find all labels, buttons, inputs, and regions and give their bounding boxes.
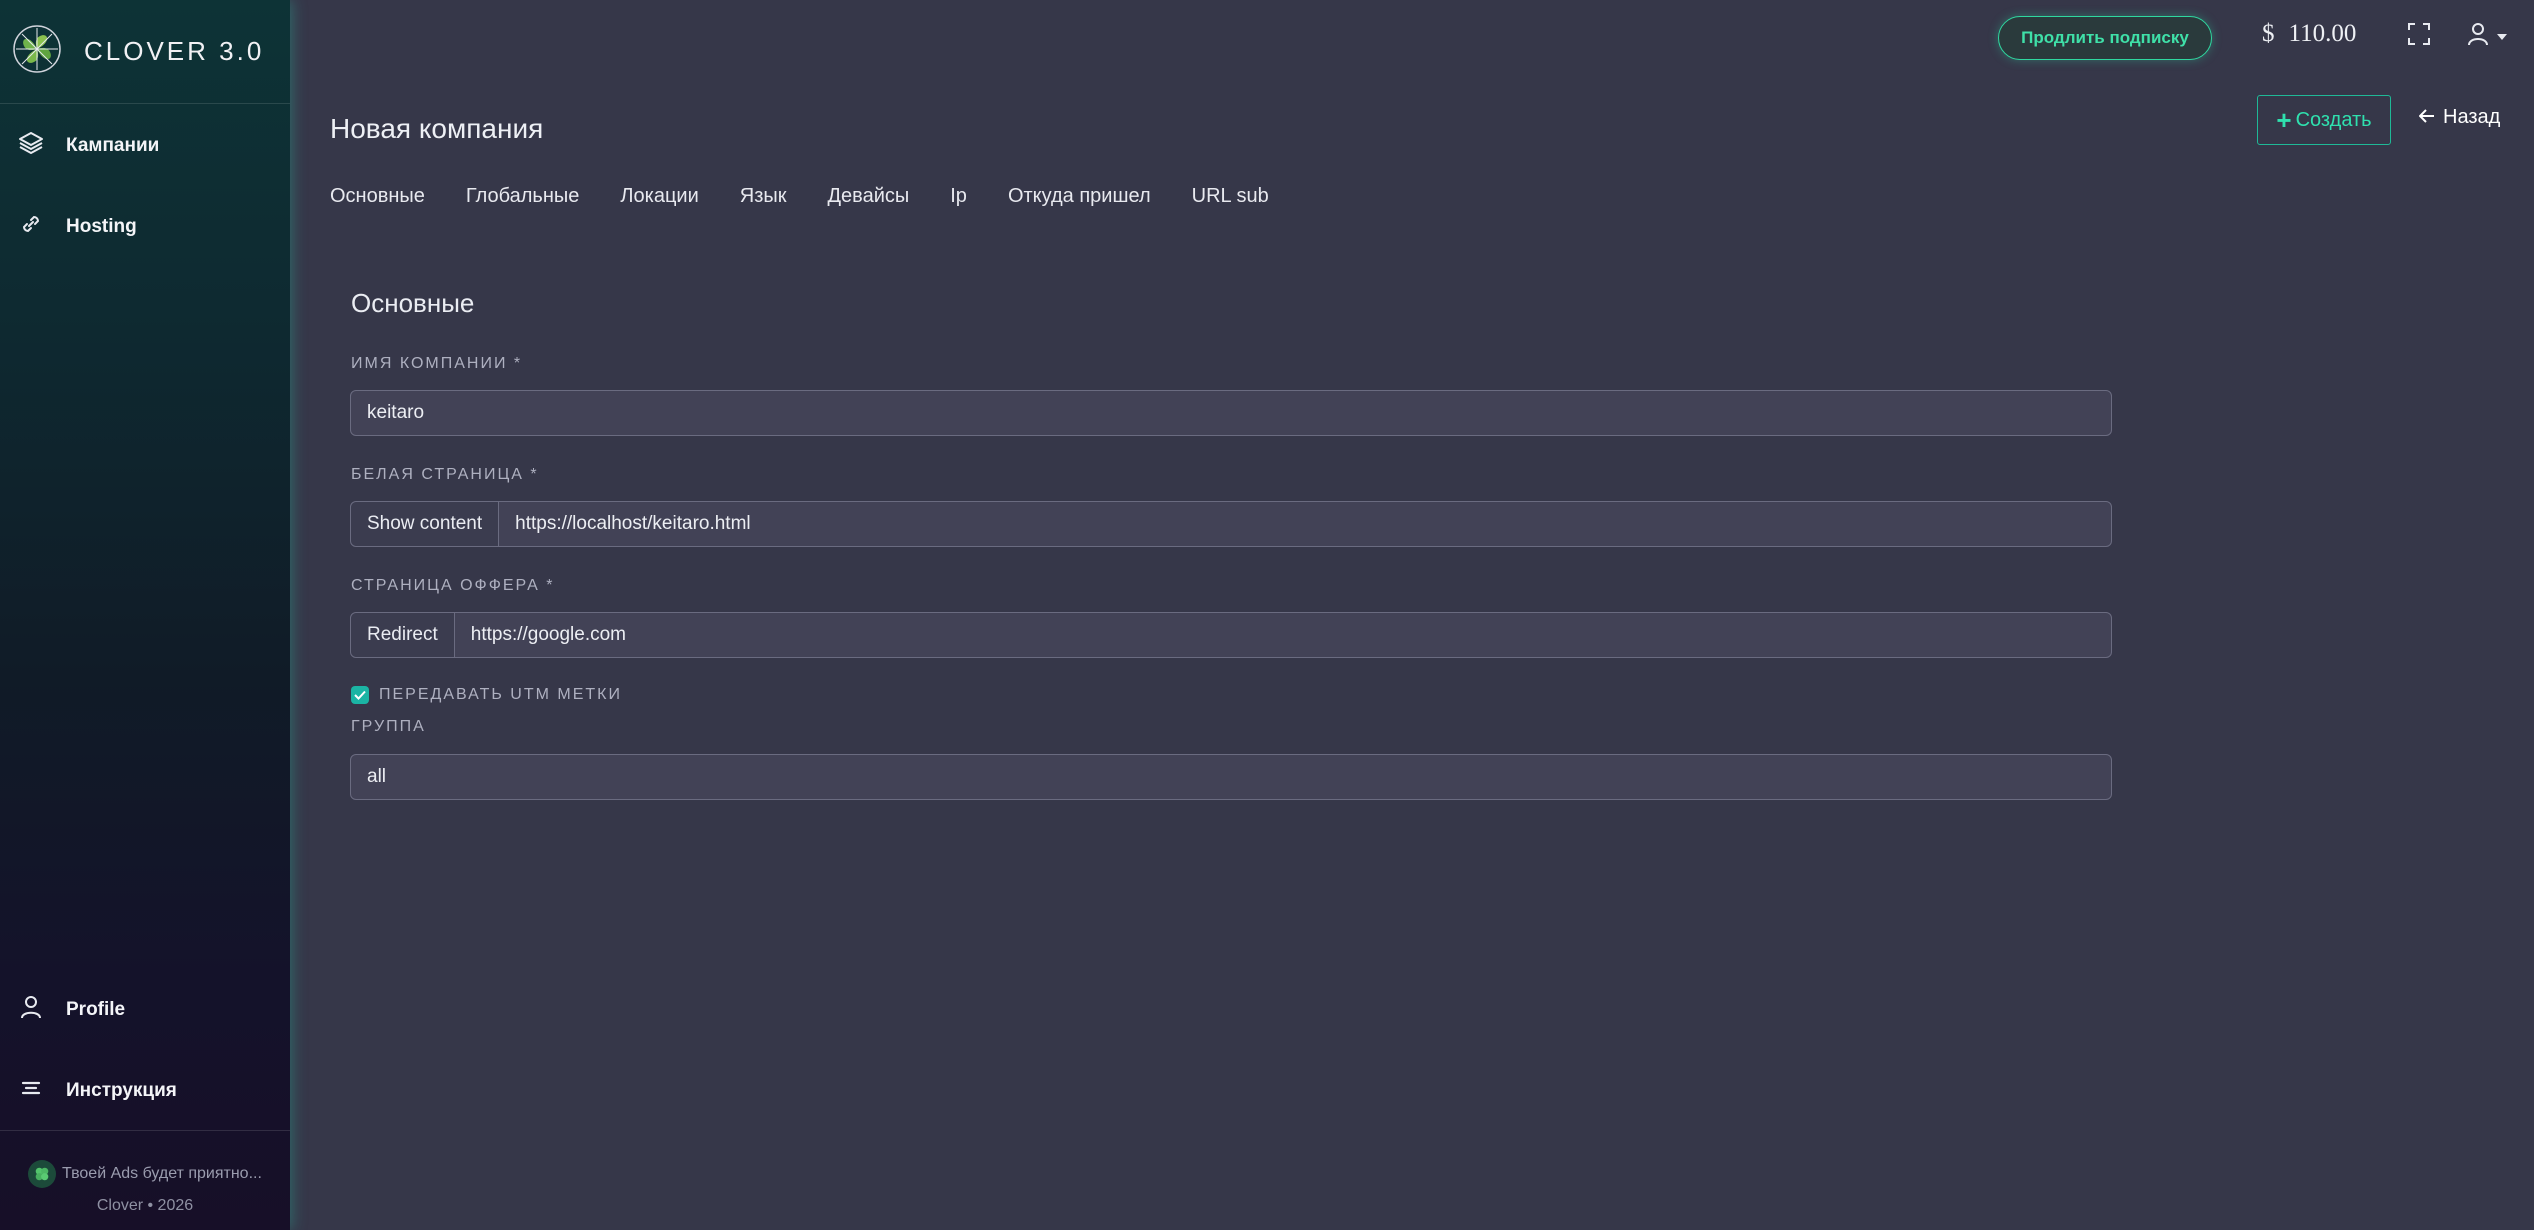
back-button-label: Назад: [2443, 106, 2501, 128]
tab-devices[interactable]: Девайсы: [828, 185, 910, 208]
fullscreen-button[interactable]: [2407, 22, 2431, 51]
plus-icon: +: [2276, 104, 2292, 135]
company-name-value: keitaro: [367, 402, 425, 423]
offer-page-url-input[interactable]: https://google.com: [455, 624, 626, 646]
sidebar: CLOVER 3.0 Кампании Hosting Profile Инст…: [0, 0, 290, 1230]
sidebar-divider: [0, 1130, 290, 1131]
offer-page-field: Redirect https://google.com: [350, 612, 2112, 658]
white-page-label: БЕЛАЯ СТРАНИЦА *: [351, 466, 539, 483]
sidebar-item-label: Hosting: [66, 215, 137, 237]
page-title: Новая компания: [330, 113, 544, 144]
sidebar-item-profile[interactable]: Profile: [18, 994, 125, 1025]
utm-checkbox-row: ПЕРЕДАВАТЬ UTM МЕТКИ: [351, 686, 622, 704]
group-input[interactable]: all: [350, 754, 2112, 800]
brand-name: CLOVER 3.0: [84, 35, 265, 66]
back-button[interactable]: Назад: [2418, 106, 2501, 129]
renew-subscription-button[interactable]: Продлить подписку: [1998, 16, 2212, 60]
tab-ip[interactable]: Ip: [950, 185, 967, 208]
sidebar-item-label: Profile: [66, 998, 126, 1020]
balance-amount: 110.00: [2288, 20, 2357, 47]
create-button[interactable]: + Создать: [2257, 95, 2391, 145]
utm-checkbox-label: ПЕРЕДАВАТЬ UTM МЕТКИ: [379, 686, 622, 703]
tab-referrer[interactable]: Откуда пришел: [1008, 185, 1151, 208]
offer-page-mode-select[interactable]: Redirect: [351, 613, 455, 657]
footer-tagline-text: Твоей Ads будет приятно...: [62, 1165, 262, 1182]
white-page-url-input[interactable]: https://localhost/keitaro.html: [499, 513, 751, 535]
fullscreen-icon: [2407, 23, 2431, 50]
sidebar-footer-tagline: Твоей Ads будет приятно...: [28, 1160, 262, 1188]
tab-url-sub[interactable]: URL sub: [1192, 185, 1269, 208]
checkmark-icon: [354, 690, 366, 700]
offer-page-label: СТРАНИЦА ОФФЕРА *: [351, 577, 555, 594]
footer-copyright: Clover • 2026: [96, 1197, 194, 1214]
arrow-left-icon: [2418, 106, 2435, 129]
clover-small-icon: [28, 1160, 56, 1188]
stack-icon: [18, 1075, 44, 1106]
caret-down-icon: [2496, 28, 2508, 46]
clover-logo-icon: [12, 24, 62, 79]
sidebar-item-label: Кампании: [66, 134, 160, 156]
white-page-field: Show content https://localhost/keitaro.h…: [350, 501, 2112, 547]
tab-locations[interactable]: Локации: [620, 185, 698, 208]
tab-bar: Основные Глобальные Локации Язык Девайсы…: [330, 185, 1310, 208]
sidebar-item-hosting[interactable]: Hosting: [18, 211, 137, 242]
sidebar-item-instructions[interactable]: Инструкция: [18, 1075, 177, 1106]
group-value: all: [367, 766, 387, 787]
white-page-mode-select[interactable]: Show content: [351, 502, 500, 546]
balance-display: $110.00: [2262, 20, 2356, 48]
sidebar-item-campaigns[interactable]: Кампании: [18, 130, 159, 161]
company-name-input[interactable]: keitaro: [350, 390, 2112, 436]
tab-main[interactable]: Основные: [330, 185, 425, 208]
create-button-label: Создать: [2295, 108, 2372, 131]
sidebar-item-label: Инструкция: [66, 1079, 177, 1101]
link-icon: [18, 211, 44, 242]
sidebar-divider: [0, 103, 290, 104]
user-menu-button[interactable]: [2466, 22, 2508, 51]
tab-language[interactable]: Язык: [740, 185, 787, 208]
user-icon: [18, 994, 44, 1025]
brand-logo[interactable]: CLOVER 3.0: [12, 24, 264, 78]
utm-checkbox[interactable]: [351, 686, 369, 704]
company-name-label: ИМЯ КОМПАНИИ *: [351, 355, 523, 372]
group-label: ГРУППА: [351, 718, 426, 735]
layers-icon: [18, 130, 44, 161]
currency-symbol: $: [2262, 20, 2275, 47]
tab-global[interactable]: Глобальные: [466, 185, 579, 208]
user-icon: [2466, 22, 2490, 51]
section-title: Основные: [351, 288, 475, 318]
